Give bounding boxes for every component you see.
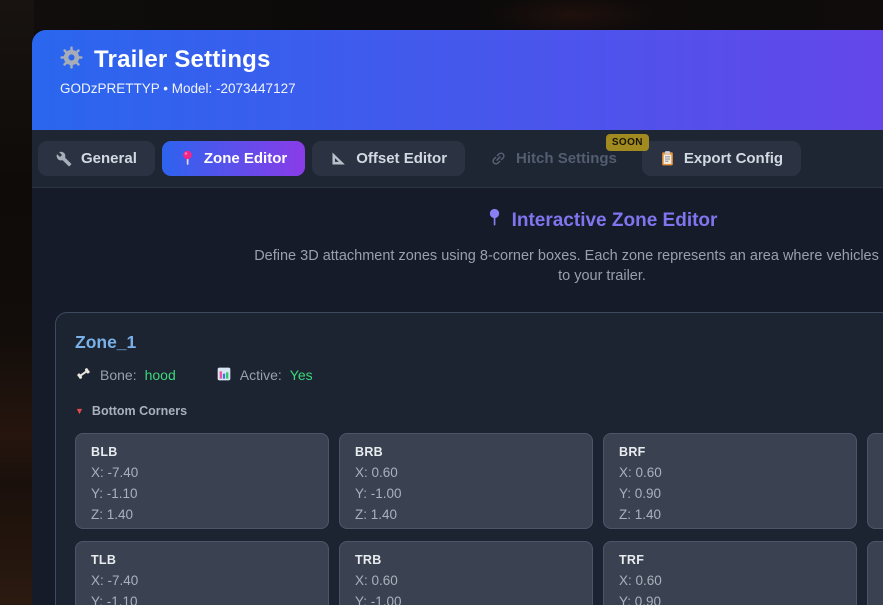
corner-box-tlf[interactable]: TLF X: -7.40 Y: 0.90 Z: 3.40 <box>867 541 883 605</box>
top-corners-grid: TLB X: -7.40 Y: -1.10 Z: 3.40 TRB X: 0.6… <box>75 541 883 605</box>
soon-badge: SOON <box>605 134 649 151</box>
triangle-down-icon: ▼ <box>75 405 84 416</box>
section-heading: Interactive Zone Editor <box>32 208 883 234</box>
tab-label: Offset Editor <box>356 150 448 167</box>
bone-value: hood <box>144 367 176 383</box>
bottom-corners-grid: BLB X: -7.40 Y: -1.10 Z: 1.40 BRB X: 0.6… <box>75 433 883 529</box>
pin-icon <box>487 208 502 234</box>
zone-meta-row: Bone: hood Active: Yes <box>75 365 883 385</box>
bone-icon <box>75 365 92 385</box>
tab-export-config[interactable]: Export Config <box>641 141 802 176</box>
zone-editor-panel: Interactive Zone Editor Define 3D attach… <box>32 188 883 605</box>
trailer-settings-window: Trailer Settings GODzPRETTYP • Model: -2… <box>32 30 883 605</box>
link-icon <box>490 150 507 167</box>
corner-box-blb[interactable]: BLB X: -7.40 Y: -1.10 Z: 1.40 <box>75 433 329 529</box>
tab-label: Zone Editor <box>203 150 288 167</box>
corner-box-tlb[interactable]: TLB X: -7.40 Y: -1.10 Z: 3.40 <box>75 541 329 605</box>
ruler-icon <box>330 150 347 167</box>
clipboard-icon <box>660 150 675 167</box>
bottom-corners-label: Bottom Corners <box>91 404 188 418</box>
corner-box-trf[interactable]: TRF X: 0.60 Y: 0.90 Z: 3.40 <box>603 541 857 605</box>
zone-card: Zone_1 Bone: hood Active: Yes ▼ Bottom C… <box>55 312 883 605</box>
gear-icon <box>60 46 83 74</box>
corner-box-blf[interactable]: BLF X: -7.40 Y: 0.90 Z: 1.40 <box>867 433 883 529</box>
window-subtitle: GODzPRETTYP • Model: -2073447127 <box>60 81 296 96</box>
zone-bone: Bone: hood <box>75 365 176 385</box>
section-heading-text: Interactive Zone Editor <box>511 210 718 231</box>
tab-label: General <box>81 150 137 167</box>
tab-bar: General Zone Editor Offset Editor Hitch … <box>32 130 883 188</box>
pin-icon <box>180 150 195 167</box>
zone-active: Active: Yes <box>216 366 313 385</box>
tab-offset-editor[interactable]: Offset Editor <box>312 141 466 176</box>
active-value: Yes <box>289 367 313 383</box>
game-background-left <box>0 0 34 605</box>
wrench-icon <box>56 151 72 167</box>
tab-hitch-settings: Hitch Settings SOON <box>472 134 649 176</box>
tab-general[interactable]: General <box>38 141 155 176</box>
game-background-top <box>34 0 883 32</box>
corner-box-brb[interactable]: BRB X: 0.60 Y: -1.00 Z: 1.40 <box>339 433 593 529</box>
window-title: Trailer Settings <box>94 46 271 73</box>
section-description: Define 3D attachment zones using 8-corne… <box>254 248 883 284</box>
corner-box-brf[interactable]: BRF X: 0.60 Y: 0.90 Z: 1.40 <box>603 433 857 529</box>
active-label: Active: <box>239 367 282 383</box>
tab-label: Export Config <box>683 150 784 167</box>
bottom-corners-toggle[interactable]: ▼ Bottom Corners <box>75 404 883 418</box>
bone-label: Bone: <box>100 367 137 383</box>
tab-zone-editor[interactable]: Zone Editor <box>161 141 306 176</box>
corner-box-trb[interactable]: TRB X: 0.60 Y: -1.00 Z: 3.40 <box>339 541 593 605</box>
window-header: Trailer Settings GODzPRETTYP • Model: -2… <box>32 30 883 130</box>
zone-title: Zone_1 <box>75 332 137 352</box>
chart-icon <box>216 366 232 385</box>
tab-label: Hitch Settings <box>516 150 617 167</box>
